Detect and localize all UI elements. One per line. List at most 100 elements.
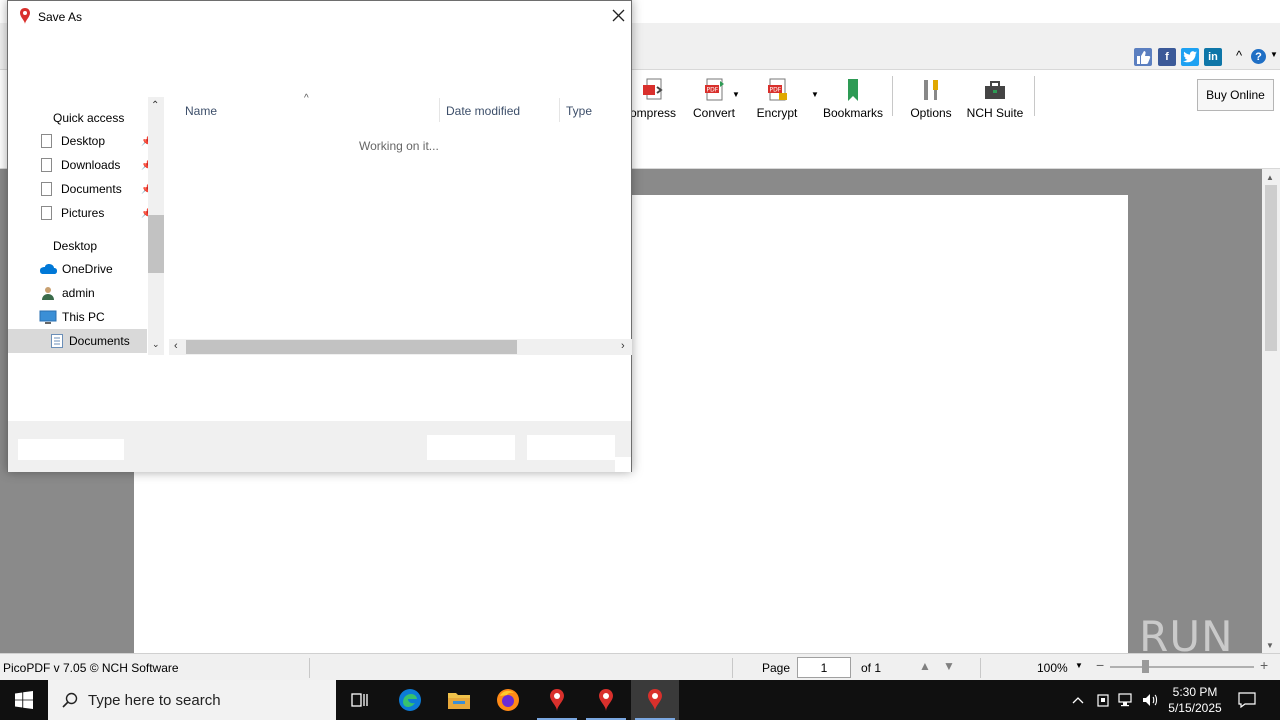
- network-icon[interactable]: [1116, 680, 1138, 720]
- scroll-down-arrow[interactable]: ▼: [1266, 641, 1274, 650]
- clock[interactable]: 5:30 PM 5/15/2025: [1164, 680, 1226, 720]
- linkedin-icon[interactable]: in: [1204, 48, 1222, 66]
- picopdf-icon: [550, 689, 564, 711]
- loading-status-text: Working on it...: [359, 139, 439, 153]
- options-label: Options: [910, 106, 952, 120]
- nav-label: admin: [62, 286, 95, 300]
- task-view-button[interactable]: [336, 680, 384, 720]
- scroll-left-arrow[interactable]: ‹: [174, 340, 178, 352]
- svg-text:PDF: PDF: [707, 87, 719, 94]
- encrypt-button[interactable]: PDF Encrypt: [753, 74, 801, 122]
- scroll-thumb[interactable]: [1265, 185, 1277, 351]
- scroll-right-arrow[interactable]: ›: [621, 340, 625, 352]
- taskbar-search-box[interactable]: Type here to search: [48, 680, 336, 720]
- document-vertical-scrollbar[interactable]: ▲ ▼: [1262, 169, 1280, 653]
- column-divider[interactable]: [439, 98, 440, 122]
- help-dropdown-icon[interactable]: ▼: [1270, 50, 1278, 59]
- scroll-thumb[interactable]: [186, 340, 517, 354]
- like-icon[interactable]: [1134, 48, 1152, 66]
- help-icon[interactable]: ?: [1251, 49, 1266, 64]
- convert-icon: PDF: [702, 77, 726, 103]
- nav-item-desktop-root[interactable]: Desktop: [53, 239, 97, 253]
- scroll-thumb[interactable]: [148, 215, 164, 273]
- edge-taskbar-button[interactable]: [386, 680, 434, 720]
- status-bar: PicoPDF v 7.05 © NCH Software Page 1 of …: [0, 653, 1280, 681]
- column-header-date-modified[interactable]: Date modified: [446, 104, 520, 118]
- options-button[interactable]: Options: [906, 74, 956, 122]
- volume-icon[interactable]: [1140, 680, 1162, 720]
- nav-item-onedrive[interactable]: OneDrive: [39, 257, 113, 281]
- show-hidden-icons-button[interactable]: [1068, 680, 1088, 720]
- zoom-out-icon[interactable]: −: [1096, 657, 1104, 673]
- zoom-value[interactable]: 100%: [1037, 661, 1068, 675]
- ethernet-icon: [1118, 693, 1132, 707]
- firefox-taskbar-button[interactable]: [484, 680, 532, 720]
- dialog-footer: [8, 421, 631, 472]
- zoom-slider-track[interactable]: [1110, 666, 1254, 668]
- speaker-icon: [1143, 694, 1158, 706]
- facebook-icon[interactable]: f: [1158, 48, 1176, 66]
- device-icon[interactable]: [1093, 680, 1113, 720]
- scroll-down-arrow[interactable]: ⌄: [152, 339, 160, 350]
- chevron-up-icon: [1072, 697, 1084, 704]
- svg-text:PDF: PDF: [770, 87, 782, 94]
- nav-item-this-pc[interactable]: This PC: [39, 305, 105, 329]
- wrench-icon: [919, 77, 943, 103]
- zoom-in-icon[interactable]: +: [1260, 657, 1268, 673]
- column-divider[interactable]: [559, 98, 560, 122]
- search-icon: [62, 692, 78, 708]
- nav-item-downloads[interactable]: Downloads: [41, 153, 120, 177]
- task-view-icon: [351, 693, 368, 707]
- notifications-button[interactable]: [1232, 680, 1262, 720]
- picopdf-taskbar-button[interactable]: [582, 680, 630, 720]
- nav-label: OneDrive: [62, 262, 113, 276]
- column-header-type[interactable]: Type: [566, 104, 592, 118]
- file-icon: [41, 206, 52, 220]
- buy-online-button[interactable]: Buy Online: [1197, 79, 1274, 111]
- nch-suite-button[interactable]: NCH Suite: [966, 74, 1024, 122]
- start-button[interactable]: [0, 680, 48, 720]
- resize-grip[interactable]: [615, 457, 631, 472]
- prev-page-icon[interactable]: ▲: [919, 659, 931, 673]
- picopdf-icon: [648, 689, 662, 711]
- page-count-label: of 1: [861, 661, 882, 675]
- file-list-horizontal-scrollbar[interactable]: ‹ ›: [169, 339, 632, 355]
- picopdf-taskbar-button-active[interactable]: [631, 680, 679, 720]
- cloud-icon: [40, 264, 57, 274]
- close-button[interactable]: [609, 6, 627, 24]
- version-text: PicoPDF v 7.05 © NCH Software: [3, 661, 179, 675]
- navigation-pane[interactable]: Quick access Desktop 📌 Downloads 📌 Docum…: [8, 97, 164, 355]
- save-button[interactable]: [427, 435, 515, 460]
- file-explorer-taskbar-button[interactable]: [435, 680, 483, 720]
- scroll-up-arrow[interactable]: ⌃: [151, 100, 159, 111]
- convert-button[interactable]: PDF Convert: [690, 74, 738, 122]
- nav-item-desktop[interactable]: Desktop: [41, 129, 105, 153]
- hide-folders-button[interactable]: [18, 439, 124, 460]
- cancel-button[interactable]: [527, 435, 615, 460]
- file-icon: [41, 158, 52, 172]
- document-folder-icon: [51, 334, 63, 348]
- quick-access-heading[interactable]: Quick access: [53, 111, 124, 125]
- scroll-up-arrow[interactable]: ▲: [1266, 173, 1274, 182]
- toolbox-icon: [983, 77, 1007, 103]
- collapse-ribbon-icon[interactable]: ^: [1236, 48, 1242, 63]
- convert-dropdown-icon[interactable]: ▼: [732, 90, 740, 99]
- zoom-slider-thumb[interactable]: [1142, 660, 1149, 673]
- bookmarks-button[interactable]: Bookmarks: [822, 74, 884, 122]
- nav-item-documents-selected[interactable]: Documents: [8, 329, 147, 353]
- zoom-dropdown-icon[interactable]: ▼: [1075, 661, 1083, 670]
- column-header-name[interactable]: Name: [185, 104, 217, 118]
- nav-item-documents[interactable]: Documents: [41, 177, 122, 201]
- nav-scrollbar[interactable]: ⌃ ⌄: [148, 97, 164, 355]
- nav-item-pictures[interactable]: Pictures: [41, 201, 104, 225]
- compress-button[interactable]: ompress: [628, 74, 678, 122]
- page-number-input[interactable]: 1: [797, 657, 851, 678]
- nav-item-admin[interactable]: admin: [41, 281, 95, 305]
- twitter-icon[interactable]: [1181, 48, 1199, 66]
- next-page-icon[interactable]: ▼: [943, 659, 955, 673]
- status-divider: [980, 658, 981, 678]
- picopdf-taskbar-button[interactable]: [533, 680, 581, 720]
- compress-icon: [641, 77, 665, 103]
- folder-icon: [448, 693, 470, 709]
- encrypt-dropdown-icon[interactable]: ▼: [811, 90, 819, 99]
